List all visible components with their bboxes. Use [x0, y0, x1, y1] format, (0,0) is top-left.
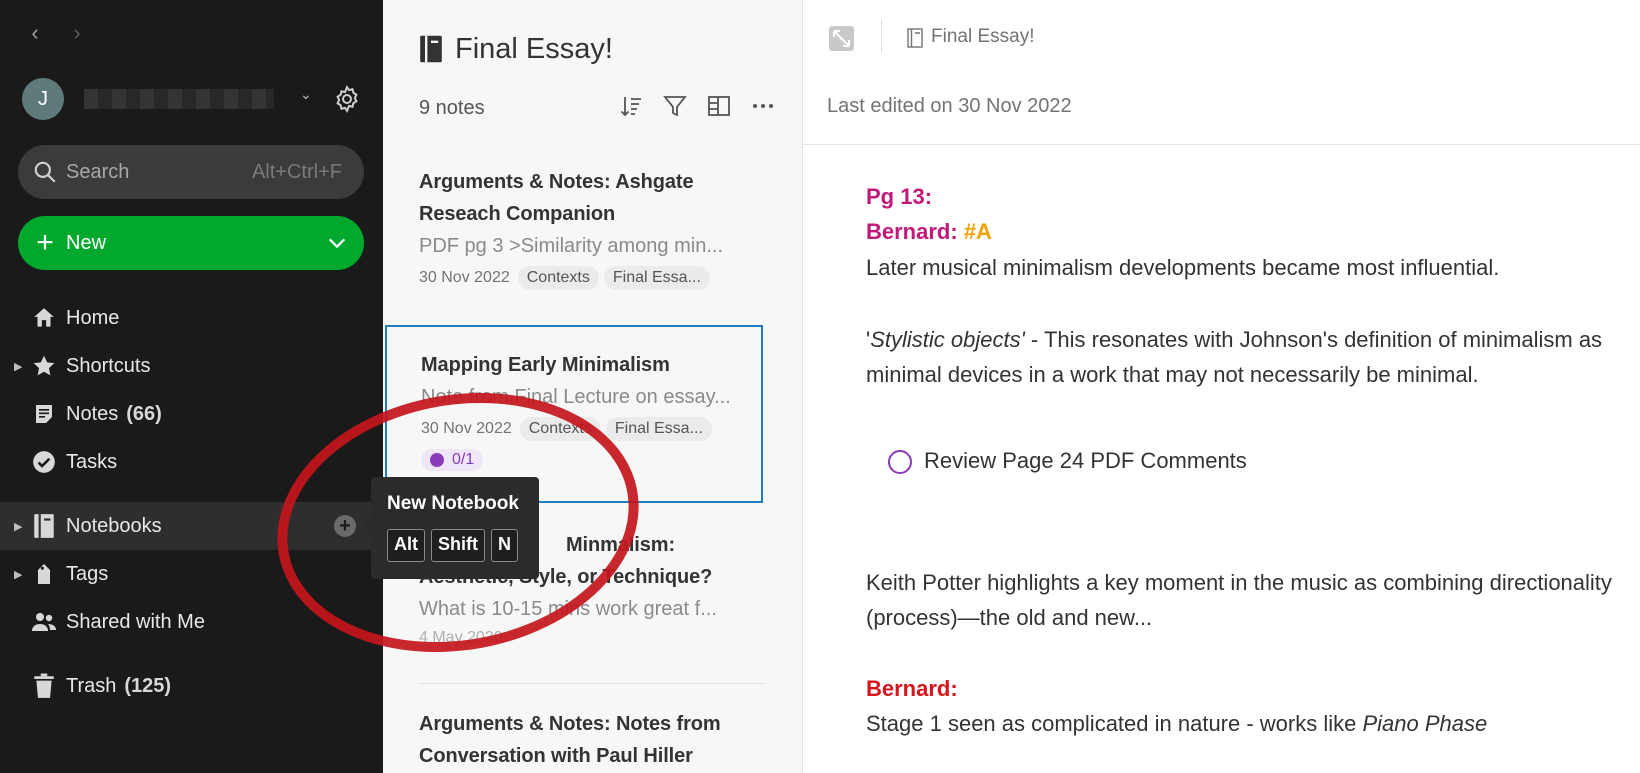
sidebar-item-trash[interactable]: Trash (125): [0, 662, 383, 710]
expand-icon[interactable]: [829, 26, 854, 51]
sidebar-item-label: Shared with Me: [66, 610, 205, 633]
note-tag[interactable]: Final Essa...: [603, 266, 710, 290]
check-circle-icon: [30, 448, 58, 476]
chevron-down-icon[interactable]: [326, 232, 348, 254]
sidebar-item-notes[interactable]: Notes (66): [0, 390, 383, 438]
star-icon: [30, 352, 58, 380]
divider: [881, 20, 882, 52]
task-checkbox[interactable]: [888, 450, 912, 474]
note-paragraph: minimal devices in a work that may not n…: [866, 362, 1479, 387]
trash-count: (125): [124, 674, 172, 697]
filter-icon[interactable]: [663, 94, 687, 118]
sidebar-item-label: Notebooks: [66, 514, 162, 537]
notebook-icon: [420, 35, 442, 63]
sidebar-item-label: Tags: [66, 562, 109, 585]
speaker-label: Bernard:: [866, 219, 958, 244]
last-edited: Last edited on 30 Nov 2022: [827, 95, 1072, 117]
search-bar[interactable]: Search Alt+Ctrl+F: [18, 145, 364, 199]
sidebar-item-label: Tasks: [66, 450, 118, 473]
note-heading-pg: Pg 13:: [866, 184, 933, 209]
sidebar-item-label: Trash: [66, 674, 117, 697]
chevron-down-icon[interactable]: ⌄: [300, 86, 312, 103]
hashtag: #A: [963, 219, 992, 244]
editor-header: Final Essay! Last edited on 30 Nov 2022: [803, 0, 1640, 145]
notebook-icon: [30, 512, 58, 540]
sidebar: ‹ › J ⌄ Search Alt+Ctrl+F + New Home ▶ S…: [0, 0, 383, 773]
note-meta: 30 Nov 2022 Contexts Final Essa...: [419, 266, 767, 290]
note-list-panel: Final Essay! 9 notes Arguments & Notes: …: [383, 0, 803, 773]
note-paragraph: (process)—the old and new...: [866, 605, 1153, 630]
note-heading-bernard: Bernard: #A: [866, 215, 992, 249]
editor-notebook-link[interactable]: Final Essay!: [931, 26, 1034, 48]
back-arrow-icon[interactable]: ‹: [24, 22, 46, 44]
expand-arrow-icon[interactable]: ▶: [14, 360, 22, 373]
trash-icon: [30, 672, 58, 700]
notebook-icon: [907, 28, 923, 48]
tag-icon: [30, 560, 58, 588]
note-tag[interactable]: Contexts: [517, 266, 599, 290]
account-name-redacted[interactable]: [84, 89, 274, 109]
account-switcher[interactable]: J ⌄: [22, 78, 312, 120]
note-title: Arguments & Notes: Ashgate Reseach Compa…: [419, 171, 694, 225]
piece-title: Piano Phase: [1362, 711, 1488, 736]
note-snippet: PDF pg 3 >Similarity among min...: [419, 235, 723, 257]
home-icon: [30, 304, 58, 332]
forward-arrow-icon[interactable]: ›: [66, 22, 88, 44]
sort-icon[interactable]: [619, 94, 643, 118]
gear-icon[interactable]: [332, 84, 362, 114]
sidebar-item-label: Home: [66, 306, 120, 329]
notes-count: (66): [126, 402, 162, 425]
keyboard-shortcut: Alt Shift N: [387, 529, 523, 562]
note-list-toolbar: [619, 94, 775, 118]
tooltip-title: New Notebook: [387, 493, 519, 514]
quote-italic: Stylistic objects': [870, 327, 1025, 352]
people-icon: [30, 608, 58, 636]
key-alt: Alt: [387, 529, 425, 562]
note-title: Mapping Early Minimalism: [421, 354, 670, 376]
sidebar-item-label: Notes: [66, 402, 119, 425]
new-button[interactable]: + New: [18, 216, 364, 270]
note-paragraph: 'Stylistic objects' - This resonates wit…: [866, 323, 1602, 357]
task-text[interactable]: Review Page 24 PDF Comments: [924, 444, 1247, 478]
note-tag[interactable]: Final Essa...: [605, 417, 712, 441]
view-options-icon[interactable]: [707, 94, 731, 118]
search-shortcut: Alt+Ctrl+F: [251, 160, 342, 183]
avatar[interactable]: J: [22, 78, 64, 120]
note-editor: Final Essay! Last edited on 30 Nov 2022 …: [803, 0, 1640, 773]
new-button-label: New: [66, 231, 107, 254]
expand-arrow-icon[interactable]: ▶: [14, 568, 22, 581]
note-icon: [30, 400, 58, 428]
note-card[interactable]: Arguments & Notes: Ashgate Reseach Compa…: [383, 166, 803, 290]
note-title: Arguments & Notes: Notes from Conversati…: [419, 713, 721, 767]
history-nav: ‹ ›: [24, 22, 88, 44]
paragraph-text: Stage 1 seen as complicated in nature - …: [866, 711, 1363, 736]
note-paragraph: Later musical minimalism developments be…: [866, 255, 1500, 280]
note-date: 30 Nov 2022: [419, 269, 510, 286]
expand-arrow-icon[interactable]: ▶: [14, 520, 22, 533]
sidebar-item-home[interactable]: Home: [0, 294, 383, 342]
new-notebook-tooltip: New Notebook Alt Shift N: [371, 477, 539, 579]
key-n: N: [491, 529, 518, 562]
note-count: 9 notes: [419, 97, 485, 119]
speaker-label: Bernard:: [866, 676, 958, 701]
note-paragraph: Keith Potter highlights a key moment in …: [866, 570, 1612, 595]
note-paragraph: Stage 1 seen as complicated in nature - …: [866, 707, 1487, 741]
note-card[interactable]: Arguments & Notes: Notes from Conversati…: [383, 708, 803, 772]
key-shift: Shift: [431, 529, 485, 562]
search-label: Search: [66, 160, 130, 183]
sidebar-item-label: Shortcuts: [66, 354, 151, 377]
more-options-icon[interactable]: [751, 94, 775, 118]
sidebar-item-shortcuts[interactable]: ▶ Shortcuts: [0, 342, 383, 390]
notebook-title: Final Essay!: [455, 33, 613, 65]
divider: [419, 683, 764, 684]
search-icon: [34, 161, 56, 183]
quote-rest: - This resonates with Johnson's definiti…: [1024, 327, 1603, 352]
plus-icon: +: [36, 226, 54, 259]
